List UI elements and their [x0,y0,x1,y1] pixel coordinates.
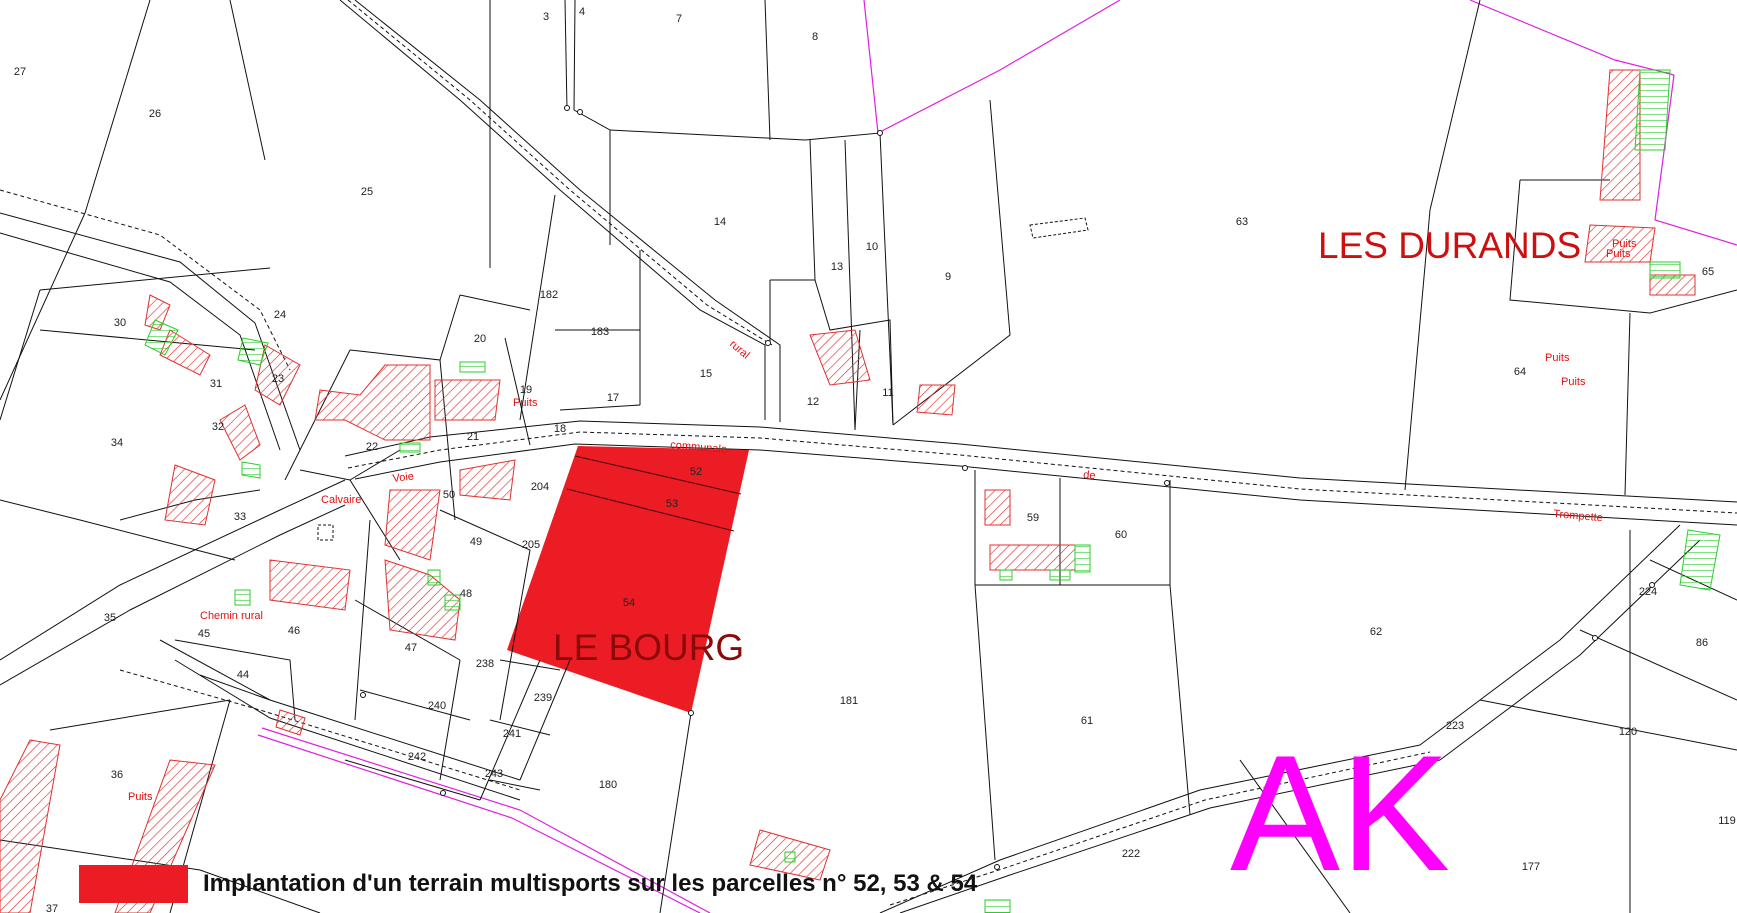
parcel-25: 25 [361,186,373,198]
parcel-22: 22 [366,441,378,453]
parcel-242: 242 [408,751,426,763]
parcel-13: 13 [831,261,843,273]
parcel-63: 63 [1236,216,1248,228]
parcel-8: 8 [812,31,818,43]
road-centerlines [0,0,1737,906]
label-chemin-rural: Chemin rural [200,610,263,622]
parcel-36: 36 [111,769,123,781]
parcel-18: 18 [554,423,566,435]
parcel-204: 204 [531,481,549,493]
parcel-183: 183 [591,326,609,338]
parcel-32: 32 [212,421,224,433]
place-name-le-bourg: LE BOURG [553,627,744,668]
parcel-238: 238 [476,658,494,670]
section-label-ak: AK [1230,721,1450,905]
parcel-54: 54 [623,597,635,609]
parcel-20: 20 [474,333,486,345]
parcel-11: 11 [882,387,893,399]
parcel-34: 34 [111,437,123,449]
parcel-3: 3 [543,11,549,23]
parcel-21: 21 [467,431,479,443]
parcel-31: 31 [210,378,222,390]
parcel-19: 19 [520,384,532,396]
parcel-243: 243 [485,768,503,780]
parcel-240: 240 [428,700,446,712]
parcel-205: 205 [522,539,540,551]
map-canvas: 3 4 7 8 27 26 25 14 13 10 9 63 65 30 24 … [0,0,1737,913]
cadastral-map: 3 4 7 8 27 26 25 14 13 10 9 63 65 30 24 … [0,0,1737,913]
parcel-45: 45 [198,628,210,640]
label-voie: Voie [392,470,415,485]
parcel-222: 222 [1122,848,1140,860]
parcel-17: 17 [607,392,619,404]
parcel-14: 14 [714,216,726,228]
parcel-12: 12 [807,396,819,408]
parcel-7: 7 [676,13,682,25]
parcel-182: 182 [540,289,558,301]
label-puits: Puits [1561,376,1586,388]
parcel-62: 62 [1370,626,1382,638]
label-de: de [1083,469,1096,482]
parcel-86: 86 [1696,637,1708,649]
parcel-47: 47 [405,642,417,654]
parcel-180: 180 [599,779,617,791]
parcel-23: 23 [272,373,284,385]
place-name-les-durands: LES DURANDS [1318,225,1581,266]
parcel-35: 35 [104,612,116,624]
label-trompette: Trompette [1553,508,1604,524]
parcel-49: 49 [470,536,482,548]
parcel-48: 48 [460,588,472,600]
parcel-120: 120 [1619,726,1637,738]
parcel-239: 239 [534,692,552,704]
parcel-9: 9 [945,271,951,283]
label-calvaire: Calvaire [321,494,361,506]
parcel-27: 27 [14,66,26,78]
puits-labels: Puits Puits Puits Puits Puits Puits [128,238,1637,803]
parcel-10: 10 [866,241,878,253]
parcel-15: 15 [700,368,712,380]
label-puits: Puits [1545,352,1570,364]
parcel-37: 37 [46,903,58,913]
label-puits: Puits [1606,248,1631,260]
parcel-4: 4 [579,6,585,18]
legend-swatch [79,865,188,903]
parcel-33: 33 [234,511,246,523]
label-rural: rural [727,338,752,361]
parcel-64: 64 [1514,366,1526,378]
survey-points [360,105,1655,870]
parcel-59: 59 [1027,512,1039,524]
label-puits: Puits [513,397,538,409]
legend-text: Implantation d'un terrain multisports su… [203,870,978,897]
parcel-24: 24 [274,309,286,321]
parcel-241: 241 [503,728,521,740]
roads [0,0,1737,913]
label-puits: Puits [128,791,153,803]
annexes [144,69,1721,913]
parcel-181: 181 [840,695,858,707]
parcel-53: 53 [666,498,678,510]
parcel-60: 60 [1115,529,1127,541]
legend: Implantation d'un terrain multisports su… [79,865,977,903]
parcel-boundaries [0,0,1737,913]
parcel-52: 52 [690,466,702,478]
parcel-177: 177 [1522,861,1540,873]
parcel-46: 46 [288,625,300,637]
parcel-65: 65 [1702,266,1714,278]
parcel-61: 61 [1081,715,1093,727]
parcel-119: 119 [1718,815,1736,827]
parcel-26: 26 [149,108,161,120]
parcel-44: 44 [237,669,249,681]
parcel-50: 50 [443,489,455,501]
parcel-224: 224 [1639,586,1657,598]
parcel-30: 30 [114,317,126,329]
